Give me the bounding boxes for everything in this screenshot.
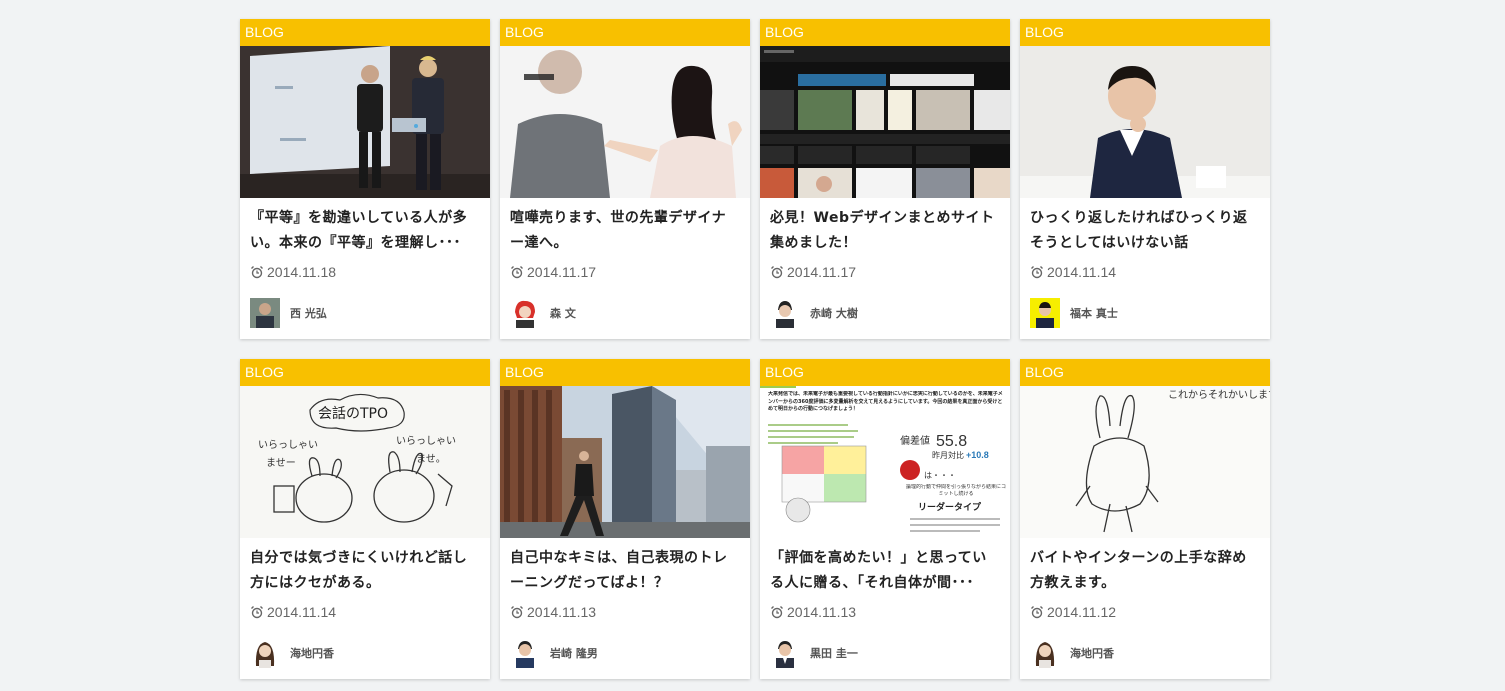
author-name: 黒田 圭一 bbox=[810, 647, 858, 660]
avatar bbox=[510, 298, 540, 328]
category-label: BLOG bbox=[240, 19, 490, 46]
author[interactable]: 福本 真士 bbox=[1030, 298, 1118, 328]
date-text: 2014.11.17 bbox=[787, 264, 857, 280]
author-name: 森 文 bbox=[550, 307, 576, 320]
post-title[interactable]: バイトやインターンの上手な辞め方教えます。 bbox=[1030, 546, 1258, 596]
category-label: BLOG bbox=[500, 359, 750, 386]
post-title[interactable]: 自分では気づきにくいけれど話し方にはクセがある。 bbox=[250, 546, 478, 596]
author[interactable]: 西 光弘 bbox=[250, 298, 327, 328]
post-date: 2014.11.17 bbox=[770, 263, 856, 281]
blog-card[interactable]: BLOG 自己中なキミは、自己表現のトレーニングだってばよ！？ 2014.11.… bbox=[500, 359, 750, 679]
author-name: 岩崎 隆男 bbox=[550, 647, 598, 660]
blog-card[interactable]: BLOG 大来発信では、未来電子が最も重要視している行動指針にいかに忠実に行動し… bbox=[760, 359, 1010, 679]
sketch-caption: 会話のTPO bbox=[318, 405, 388, 422]
sketch-text: ませー bbox=[266, 457, 296, 469]
post-title[interactable]: 『平等』を勘違いしている人が多い。本来の『平等』を理解し･･･ bbox=[250, 206, 478, 256]
post-title[interactable]: 必見！Webデザインまとめサイト集めました！ bbox=[770, 206, 998, 256]
alarm-clock-icon bbox=[511, 606, 523, 619]
date-text: 2014.11.17 bbox=[527, 264, 597, 280]
avatar bbox=[770, 638, 800, 668]
author[interactable]: 森 文 bbox=[510, 298, 576, 328]
post-title[interactable]: 自己中なキミは、自己表現のトレーニングだってばよ！？ bbox=[510, 546, 738, 596]
post-date: 2014.11.17 bbox=[510, 263, 596, 281]
author[interactable]: 海地円香 bbox=[250, 638, 334, 668]
blog-card[interactable]: BLOG 『平等』を勘違いしている人が多い。本来の『平等』を理解し･･･ 201… bbox=[240, 19, 490, 339]
blog-card[interactable]: BLOG 必見！Webデザインまとめサイト集めました！ 2014.11.17 赤… bbox=[760, 19, 1010, 339]
post-date: 2014.11.13 bbox=[770, 603, 856, 621]
sketch-text: いらっしゃい bbox=[258, 439, 318, 451]
alarm-clock-icon bbox=[771, 266, 783, 279]
author-name: 福本 真士 bbox=[1070, 307, 1118, 320]
blog-card-grid: BLOG 『平等』を勘違いしている人が多い。本来の『平等』を理解し･･･ 201… bbox=[240, 19, 1270, 679]
post-title[interactable]: 「評価を高めたい！」と思っている人に贈る、「それ自体が間･･･ bbox=[770, 546, 998, 596]
thumbnail-image[interactable] bbox=[500, 386, 750, 538]
category-label: BLOG bbox=[760, 359, 1010, 386]
date-text: 2014.11.12 bbox=[1047, 604, 1117, 620]
date-text: 2014.11.14 bbox=[1047, 264, 1117, 280]
sketch-speech: これからそれかいします。 bbox=[1168, 389, 1270, 401]
thumbnail-image[interactable]: 会話のTPO いらっしゃい ませー いらっしゃい ませ。 bbox=[240, 386, 490, 538]
avatar bbox=[1030, 298, 1060, 328]
thumbnail-image[interactable] bbox=[500, 46, 750, 198]
post-date: 2014.11.14 bbox=[250, 603, 336, 621]
date-text: 2014.11.13 bbox=[787, 604, 857, 620]
category-label: BLOG bbox=[1020, 19, 1270, 46]
thumbnail-image[interactable] bbox=[240, 46, 490, 198]
author[interactable]: 海地円香 bbox=[1030, 638, 1114, 668]
author[interactable]: 黒田 圭一 bbox=[770, 638, 858, 668]
author[interactable]: 赤崎 大樹 bbox=[770, 298, 858, 328]
author-name: 赤崎 大樹 bbox=[810, 307, 858, 320]
type-name: リーダータイプ bbox=[918, 501, 982, 513]
blog-card[interactable]: BLOG これからそれかいします。 バイトやインターンの上手な辞め方教えます。 … bbox=[1020, 359, 1270, 679]
post-date: 2014.11.18 bbox=[250, 263, 336, 281]
thumbnail-image[interactable] bbox=[1020, 46, 1270, 198]
avatar bbox=[770, 298, 800, 328]
thumbnail-image[interactable]: これからそれかいします。 bbox=[1020, 386, 1270, 538]
blog-card[interactable]: BLOG 会話のTPO いらっしゃい ませー いらっしゃい ませ。 自分では気づ… bbox=[240, 359, 490, 679]
report-text: 大来発信では、未来電子が最も重要視している行動指針にいかに忠実に行動しているのか… bbox=[768, 391, 1003, 412]
avatar bbox=[1030, 638, 1060, 668]
category-label: BLOG bbox=[240, 359, 490, 386]
post-title[interactable]: 喧嘩売ります、世の先輩デザイナー達へ。 bbox=[510, 206, 738, 256]
alarm-clock-icon bbox=[251, 266, 263, 279]
blog-card[interactable]: BLOG 喧嘩売ります、世の先輩デザイナー達へ。 2014.11.17 森 文 bbox=[500, 19, 750, 339]
blog-card[interactable]: BLOG ひっくり返したければひっくり返そうとしてはいけない話 2014.11.… bbox=[1020, 19, 1270, 339]
date-text: 2014.11.13 bbox=[527, 604, 597, 620]
type-description: 論理的行動で仲間を引っ張りながら結果にコミットし続ける bbox=[906, 484, 1006, 497]
avatar bbox=[510, 638, 540, 668]
author-name: 海地円香 bbox=[290, 647, 334, 660]
change-value: +10.8 bbox=[966, 450, 989, 460]
change-label: 昨月対比 bbox=[932, 450, 964, 460]
category-label: BLOG bbox=[760, 19, 1010, 46]
thumbnail-image[interactable]: 大来発信では、未来電子が最も重要視している行動指針にいかに忠実に行動しているのか… bbox=[760, 386, 1010, 538]
sketch-text: いらっしゃい bbox=[396, 435, 456, 447]
alarm-clock-icon bbox=[251, 606, 263, 619]
date-text: 2014.11.18 bbox=[267, 264, 337, 280]
post-date: 2014.11.14 bbox=[1030, 263, 1116, 281]
score-label: 偏差値 bbox=[900, 434, 930, 447]
avatar bbox=[250, 638, 280, 668]
author-name: 海地円香 bbox=[1070, 647, 1114, 660]
alarm-clock-icon bbox=[771, 606, 783, 619]
sketch-text: ませ。 bbox=[416, 453, 446, 465]
category-label: BLOG bbox=[1020, 359, 1270, 386]
author-name: 西 光弘 bbox=[290, 307, 327, 320]
post-date: 2014.11.13 bbox=[510, 603, 596, 621]
post-title[interactable]: ひっくり返したければひっくり返そうとしてはいけない話 bbox=[1030, 206, 1258, 256]
type-intro: は・・・ bbox=[924, 471, 956, 480]
alarm-clock-icon bbox=[1031, 266, 1043, 279]
avatar bbox=[250, 298, 280, 328]
date-text: 2014.11.14 bbox=[267, 604, 337, 620]
alarm-clock-icon bbox=[1031, 606, 1043, 619]
score-value: 55.8 bbox=[936, 433, 967, 450]
author[interactable]: 岩崎 隆男 bbox=[510, 638, 598, 668]
post-date: 2014.11.12 bbox=[1030, 603, 1116, 621]
alarm-clock-icon bbox=[511, 266, 523, 279]
category-label: BLOG bbox=[500, 19, 750, 46]
thumbnail-image[interactable] bbox=[760, 46, 1010, 198]
